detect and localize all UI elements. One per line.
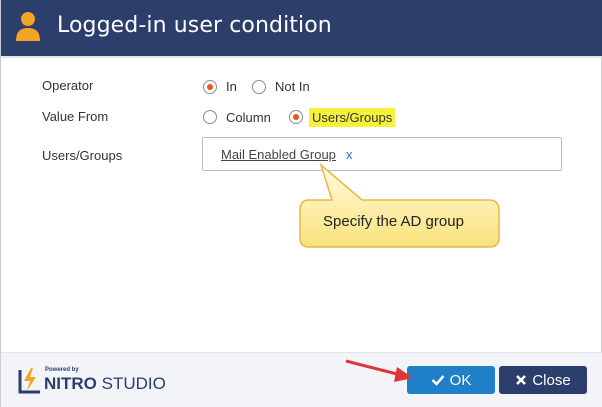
operator-in-label[interactable]: In bbox=[226, 79, 237, 94]
callout-bubble bbox=[299, 162, 500, 248]
brand-powered-by: Powered by bbox=[45, 367, 79, 373]
operator-label: Operator bbox=[42, 78, 94, 93]
value-from-users-groups-radio[interactable] bbox=[289, 110, 303, 124]
brand-name: NITRO STUDIO bbox=[44, 374, 166, 393]
dialog-footer: Powered by NITRO STUDIO OK Close bbox=[1, 352, 602, 407]
operator-not-in-radio[interactable] bbox=[252, 80, 266, 94]
users-groups-label: Users/Groups bbox=[42, 148, 123, 163]
operator-in-radio[interactable] bbox=[203, 80, 217, 94]
ok-button-label: OK bbox=[449, 371, 472, 389]
close-button[interactable]: Close bbox=[499, 366, 587, 394]
close-button-label: Close bbox=[532, 371, 571, 389]
dialog-header: Logged-in user condition bbox=[1, 0, 602, 56]
checkmark-icon bbox=[431, 375, 445, 386]
callout-text: Specify the AD group bbox=[323, 213, 464, 230]
dialog-title: Logged-in user condition bbox=[57, 13, 332, 38]
annotation-callout: Specify the AD group bbox=[297, 155, 507, 250]
value-from-column-radio[interactable] bbox=[203, 110, 217, 124]
value-from-users-groups-label[interactable]: Users/Groups bbox=[309, 108, 396, 127]
nitro-studio-logo: Powered by NITRO STUDIO bbox=[17, 364, 167, 396]
value-from-column-label[interactable]: Column bbox=[226, 110, 271, 125]
lightning-bolt-icon bbox=[18, 368, 40, 394]
user-icon bbox=[16, 12, 40, 41]
close-icon bbox=[516, 375, 527, 385]
header-divider bbox=[1, 56, 602, 58]
value-from-label: Value From bbox=[42, 109, 109, 124]
logged-in-user-condition-dialog: Logged-in user condition Operator In Not… bbox=[0, 0, 602, 407]
operator-not-in-label[interactable]: Not In bbox=[275, 79, 310, 94]
annotation-arrow-icon bbox=[345, 359, 413, 382]
